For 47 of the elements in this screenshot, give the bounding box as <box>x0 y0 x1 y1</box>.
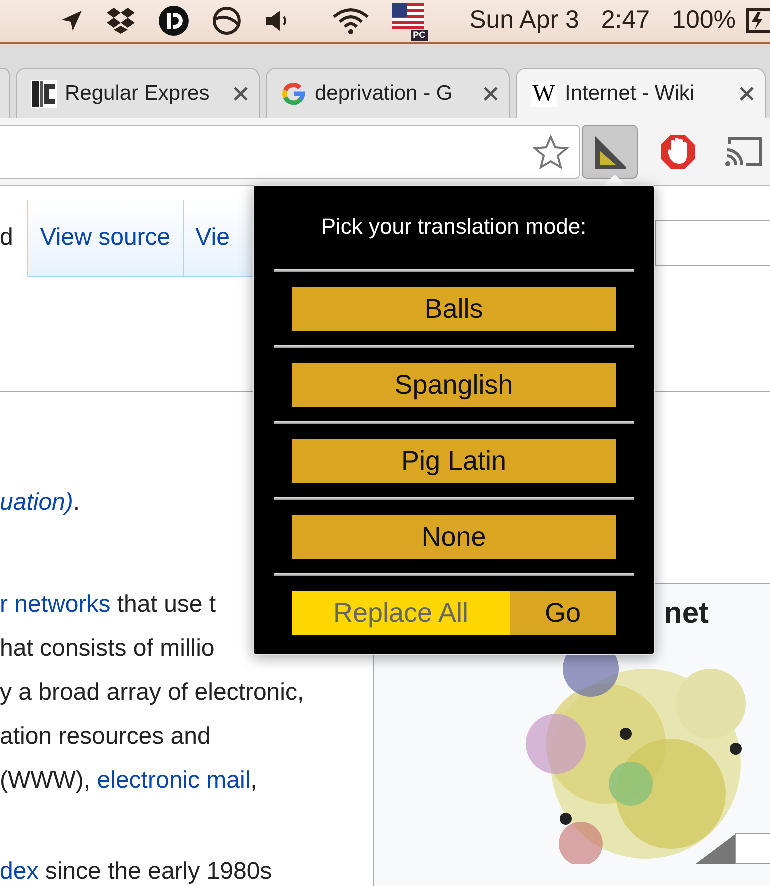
article-text: dex since the early 1980s <box>0 860 274 884</box>
cast-icon[interactable] <box>724 136 764 168</box>
menu-bar-date: Sun Apr 3 <box>470 5 580 36</box>
colorful-g-icon <box>281 80 307 106</box>
favicon-letter: W <box>531 80 557 106</box>
article-link[interactable]: dex <box>0 858 39 885</box>
star-icon[interactable] <box>533 134 569 168</box>
browser-tab[interactable]: Regular Expres <box>16 68 260 118</box>
location-arrow-icon[interactable] <box>60 9 84 33</box>
mode-button[interactable]: Balls <box>292 287 616 331</box>
infobox-title: net <box>664 596 709 632</box>
article-text: y a broad array of electronic, <box>0 678 306 708</box>
extension-button[interactable] <box>582 124 638 178</box>
close-icon[interactable] <box>483 86 499 102</box>
circle-icon[interactable] <box>212 6 242 36</box>
article-link[interactable]: uation) <box>0 489 74 516</box>
article-link[interactable]: electronic mail <box>97 767 251 794</box>
mode-button[interactable]: Spanglish <box>292 363 616 407</box>
menu-bar-clock: 2:47 <box>601 5 650 36</box>
mode-button[interactable]: Pig Latin <box>292 439 616 483</box>
article-link[interactable]: r networks <box>0 591 111 618</box>
article-text: ation resources and <box>0 722 212 752</box>
article-text: hat consists of millio <box>0 634 216 664</box>
flag-icon[interactable] <box>392 3 424 29</box>
browser-tab[interactable]: deprivation - G <box>266 68 510 118</box>
input-source-label: PC <box>411 30 428 41</box>
triangle-ruler-icon <box>592 134 628 170</box>
wifi-icon[interactable] <box>332 7 370 35</box>
page-tab[interactable]: View source <box>28 200 184 277</box>
go-button[interactable]: Go <box>510 591 616 635</box>
close-icon[interactable] <box>739 86 755 102</box>
tab-title: Regular Expres <box>65 80 211 107</box>
diamonds-icon[interactable] <box>106 7 136 35</box>
stop-hand-icon[interactable] <box>660 134 696 170</box>
article-text: (WWW), electronic mail, <box>0 766 258 796</box>
tab-title: deprivation - G <box>315 80 454 107</box>
browser-tab[interactable]: W Internet - Wiki <box>516 68 766 118</box>
mode-button[interactable]: None <box>292 515 616 559</box>
battery-icon[interactable] <box>746 8 770 34</box>
close-icon[interactable] <box>233 86 249 102</box>
tab-title: Internet - Wiki <box>565 80 696 107</box>
replace-field[interactable]: Replace All <box>292 591 510 635</box>
popup-title: Pick your translation mode: <box>321 213 587 241</box>
bracket-icon <box>31 80 57 108</box>
circle-badge-icon[interactable] <box>158 5 190 37</box>
battery-percent: 100% <box>672 5 736 36</box>
page-tab[interactable]: d <box>0 200 28 277</box>
